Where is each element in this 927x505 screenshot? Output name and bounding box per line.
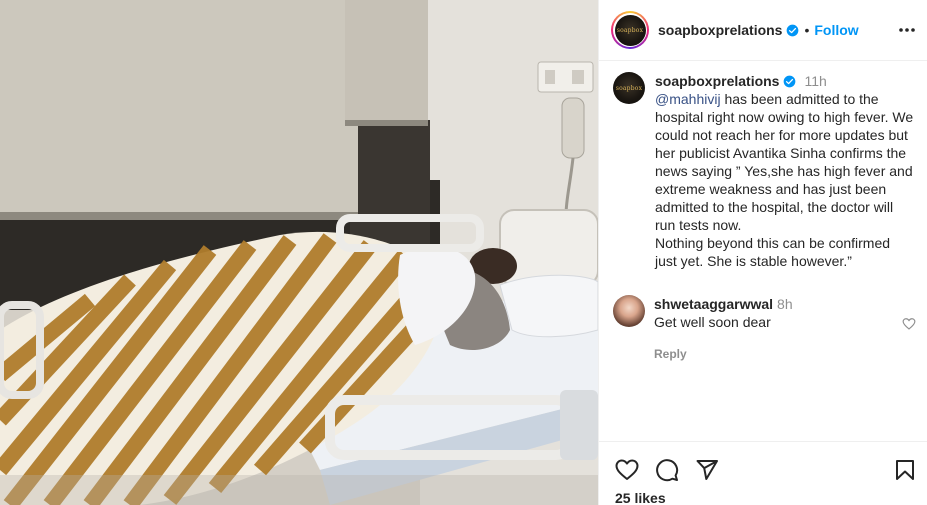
follow-button[interactable]: Follow [814, 22, 858, 38]
post-actions-bar: 25 likes [599, 441, 927, 505]
comment-reply-button[interactable]: Reply [654, 347, 918, 361]
post-caption: soapbox soapboxprelations 11h @mahhivij … [613, 72, 918, 270]
comment-text: Get well soon dear [654, 314, 771, 330]
share-icon[interactable] [695, 458, 719, 482]
caption-username[interactable]: soapboxprelations [655, 72, 779, 90]
likes-count[interactable]: 25 likes [615, 490, 666, 505]
verified-badge-icon [784, 75, 796, 87]
commenter-avatar[interactable] [613, 295, 645, 327]
comment-icon[interactable] [655, 458, 679, 482]
caption-author-avatar[interactable]: soapbox [613, 72, 645, 104]
caption-timestamp[interactable]: 11h [804, 72, 826, 90]
verified-badge-icon [787, 24, 799, 36]
caption-text-main: has been admitted to the hospital right … [655, 91, 914, 233]
post-photo[interactable] [0, 0, 598, 505]
heart-icon[interactable] [615, 458, 639, 482]
heart-outline-icon[interactable] [902, 317, 916, 331]
caption-text-second: Nothing beyond this can be confirmed jus… [655, 235, 891, 269]
header-username[interactable]: soapboxprelations [658, 22, 782, 38]
comment-timestamp[interactable]: 8h [777, 296, 793, 312]
caption-mention-link[interactable]: @mahhivij [655, 91, 721, 107]
author-avatar-image: soapbox [614, 14, 646, 46]
bookmark-icon[interactable] [893, 458, 917, 482]
comment-username[interactable]: shwetaaggarwwal [654, 296, 773, 312]
header-separator: • [804, 22, 810, 38]
post-details-panel: soapbox soapboxprelations • Follow soapb… [598, 0, 927, 505]
hospital-photo-illustration [0, 0, 598, 505]
caption-text: @mahhivij has been admitted to the hospi… [655, 90, 915, 270]
post-header: soapbox soapboxprelations • Follow [599, 0, 927, 61]
more-options-icon[interactable] [898, 22, 916, 38]
comment-item: shwetaaggarwwal 8h Get well soon dear Rep… [613, 295, 918, 361]
author-avatar[interactable]: soapbox [611, 11, 649, 49]
